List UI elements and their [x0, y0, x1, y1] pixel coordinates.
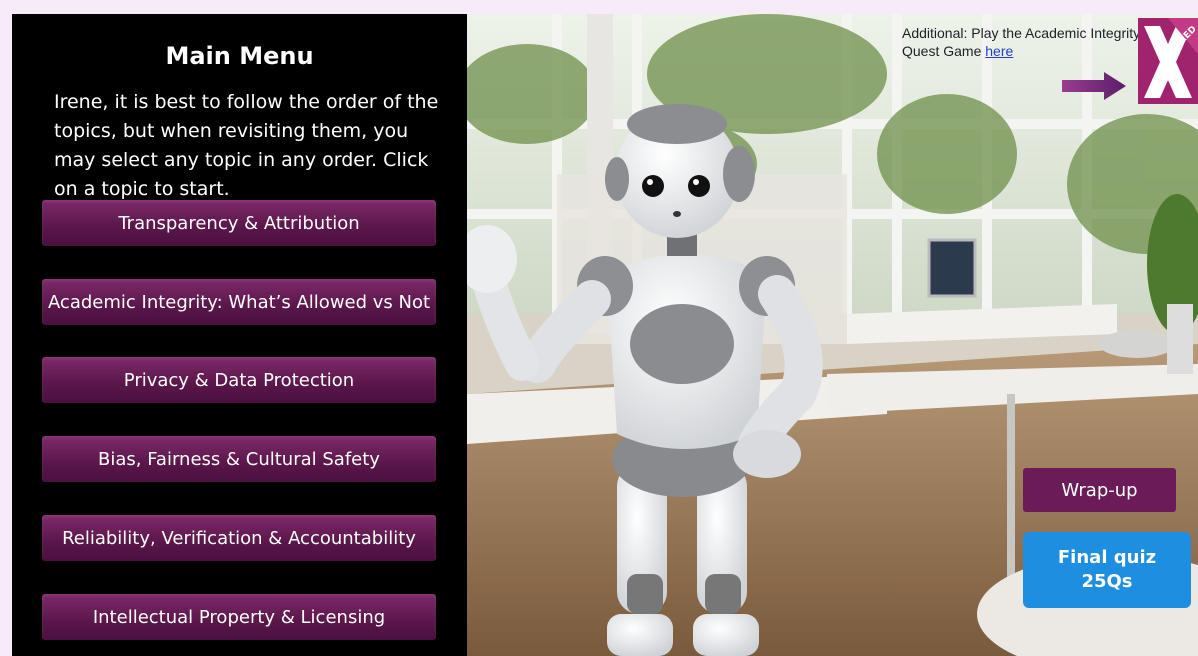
- topic-button-intellectual-property[interactable]: Intellectual Property & Licensing: [42, 594, 436, 640]
- menu-title: Main Menu: [165, 42, 314, 70]
- topic-button-label: Intellectual Property & Licensing: [92, 606, 386, 628]
- menu-instructions: Irene, it is best to follow the order of…: [54, 91, 439, 200]
- final-quiz-button[interactable]: Final quiz 25Qs: [1023, 532, 1191, 608]
- final-quiz-label-line1: Final quiz: [1057, 547, 1157, 568]
- jexed-logo-icon[interactable]: JEXED: [1138, 18, 1198, 104]
- topic-button-academic-integrity[interactable]: Academic Integrity: What’s Allowed vs No…: [42, 279, 436, 325]
- topic-button-label: Academic Integrity: What’s Allowed vs No…: [47, 291, 431, 313]
- topic-button-label: Privacy & Data Protection: [123, 369, 355, 391]
- topic-button-label: Transparency & Attribution: [118, 212, 360, 234]
- final-quiz-label-line2: 25Qs: [1081, 571, 1133, 592]
- additional-text: Additional: Play the Academic Integrity …: [902, 25, 1141, 59]
- game-link-here[interactable]: here: [985, 43, 1013, 59]
- wrap-up-label: Wrap-up: [1061, 479, 1138, 501]
- main-menu-panel: Main Menu Irene, it is best to follow th…: [12, 14, 467, 656]
- topic-button-label: Reliability, Verification & Accountabili…: [62, 527, 416, 549]
- additional-game-note: Additional: Play the Academic Integrity …: [902, 24, 1142, 60]
- topic-button-transparency-attribution[interactable]: Transparency & Attribution: [42, 200, 436, 246]
- topic-button-reliability-verification[interactable]: Reliability, Verification & Accountabili…: [42, 515, 436, 561]
- slide-stage: Main Menu Irene, it is best to follow th…: [12, 14, 1198, 656]
- topic-button-label: Bias, Fairness & Cultural Safety: [98, 448, 380, 470]
- topic-button-privacy-data-protection[interactable]: Privacy & Data Protection: [42, 357, 436, 403]
- topic-button-bias-fairness-cultural-safety[interactable]: Bias, Fairness & Cultural Safety: [42, 436, 436, 482]
- arrow-right-icon: [1062, 72, 1126, 100]
- wrap-up-button[interactable]: Wrap-up: [1023, 468, 1176, 512]
